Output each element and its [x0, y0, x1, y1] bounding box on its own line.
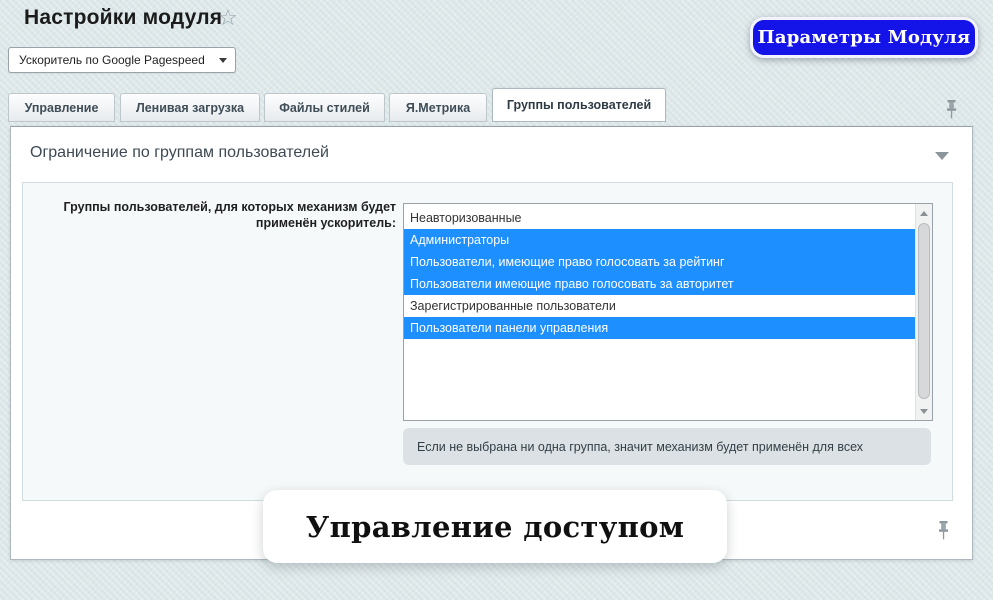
access-control-overlay-label: Управление доступом [263, 490, 727, 563]
module-parameters-button[interactable]: Параметры Модуля [750, 17, 978, 58]
scroll-down-button[interactable] [916, 403, 932, 419]
arrow-down-icon [920, 409, 928, 414]
page-title: Настройки модуля [24, 6, 222, 30]
option-administratory[interactable]: Администраторы [404, 229, 915, 251]
pin-tabs-icon[interactable] [945, 100, 958, 124]
option-neavtorizovannye[interactable]: Неавторизованные [404, 207, 915, 229]
chevron-down-icon [219, 58, 227, 63]
groups-field-label: Группы пользователей, для которых механи… [40, 200, 396, 231]
module-select-dropdown[interactable]: Ускоритель по Google Pagespeed [8, 47, 236, 73]
pushpin-icon [937, 521, 950, 540]
tab-upravlenie[interactable]: Управление [8, 93, 115, 122]
options-list: Неавторизованные Администраторы Пользова… [404, 204, 915, 420]
option-golosovat-avtoritet[interactable]: Пользователи имеющие право голосовать за… [404, 273, 915, 295]
option-zaregistrirovannye[interactable]: Зарегистрированные пользователи [404, 295, 915, 317]
option-panel-upravleniya[interactable]: Пользователи панели управления [404, 317, 915, 339]
tab-ya-metrika[interactable]: Я.Метрика [389, 93, 487, 122]
scroll-up-button[interactable] [916, 205, 932, 221]
section-collapse-icon[interactable] [935, 152, 949, 160]
pushpin-icon [945, 100, 958, 119]
arrow-up-icon [920, 211, 928, 216]
groups-help-note: Если не выбрана ни одна группа, значит м… [403, 428, 931, 465]
help-text: Если не выбрана ни одна группа, значит м… [417, 440, 863, 454]
section-title: Ограничение по группам пользователей [30, 144, 329, 162]
favorite-star-icon[interactable]: ☆ [218, 6, 238, 31]
scrollbar[interactable] [915, 204, 932, 420]
user-groups-multiselect[interactable]: Неавторизованные Администраторы Пользова… [403, 203, 933, 421]
option-golosovat-reyting[interactable]: Пользователи, имеющие право голосовать з… [404, 251, 915, 273]
tab-gruppy-polzovateley[interactable]: Группы пользователей [492, 88, 666, 122]
pin-bottom-icon[interactable] [937, 521, 950, 545]
scrollbar-thumb[interactable] [918, 223, 930, 399]
module-select-value: Ускоритель по Google Pagespeed [19, 53, 213, 67]
tab-faily-stiley[interactable]: Файлы стилей [264, 93, 385, 122]
tab-lenivaya-zagruzka[interactable]: Ленивая загрузка [120, 93, 260, 122]
